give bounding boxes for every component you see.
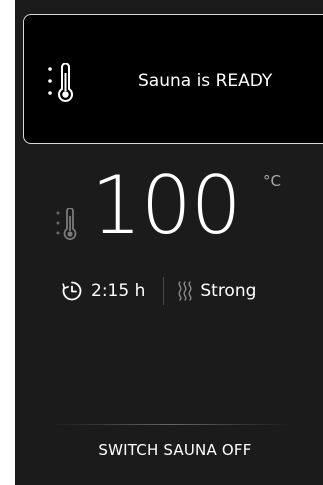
temperature-value: 100 bbox=[91, 159, 242, 252]
session-time: 2:15 h bbox=[91, 281, 146, 301]
info-separator bbox=[163, 277, 165, 305]
session-mode: Strong bbox=[200, 281, 257, 301]
status-message: Sauna is READY bbox=[138, 71, 273, 91]
switch-sauna-off-button[interactable]: SWITCH SAUNA OFF bbox=[55, 430, 295, 470]
session-info-row: 2:15 h Strong bbox=[61, 276, 256, 306]
thermometer-icon bbox=[48, 63, 73, 102]
sauna-control-screen: Sauna is READY 100 °C 2:15 h Strong SWIT… bbox=[15, 0, 323, 485]
thermometer-icon bbox=[56, 208, 77, 240]
temperature-unit: °C bbox=[263, 172, 281, 190]
clock-icon bbox=[62, 281, 82, 301]
status-card: Sauna is READY bbox=[23, 14, 323, 144]
button-divider bbox=[53, 424, 289, 425]
steam-icon bbox=[178, 281, 192, 301]
